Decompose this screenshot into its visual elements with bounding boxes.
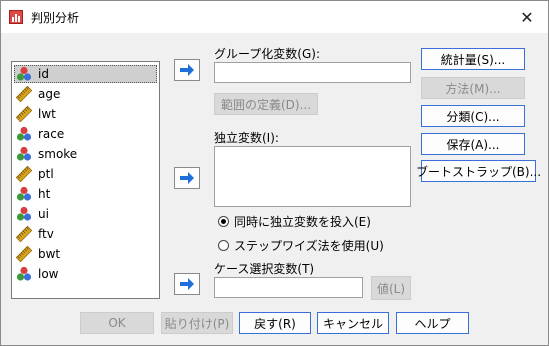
variable-list[interactable]: id age lwt race smoke ptl ht ui ftv bwt low	[11, 61, 160, 299]
variable-item[interactable]: race	[14, 125, 157, 143]
variable-name: race	[38, 127, 65, 141]
define-range-button[interactable]: 範囲の定義(D)...	[214, 93, 318, 115]
scale-variable-icon	[16, 86, 32, 102]
app-icon	[9, 10, 23, 24]
move-to-grouping-button[interactable]	[174, 59, 200, 81]
variable-item[interactable]: ptl	[14, 165, 157, 183]
selection-variable-label: ケース選択変数(T)	[214, 262, 315, 276]
nominal-variable-icon	[16, 206, 32, 221]
variable-name: smoke	[38, 147, 78, 161]
radio-selected-icon	[218, 216, 229, 227]
bootstrap-button[interactable]: ブートストラップ(B)...	[416, 160, 541, 182]
variable-name: ui	[38, 207, 49, 221]
stepwise-radio[interactable]: ステップワイズ法を使用(U)	[218, 237, 384, 254]
enter-together-label: 同時に独立変数を投入(E)	[234, 215, 371, 229]
nominal-variable-icon	[16, 266, 32, 281]
variable-item[interactable]: ht	[14, 185, 157, 203]
variable-name: id	[38, 67, 49, 81]
classify-button[interactable]: 分類(C)...	[421, 105, 525, 127]
close-icon: ✕	[520, 7, 534, 27]
nominal-variable-icon	[16, 186, 32, 201]
scale-variable-icon	[16, 246, 32, 262]
stepwise-label: ステップワイズ法を使用(U)	[234, 239, 384, 253]
nominal-variable-icon	[16, 66, 32, 81]
variable-name: lwt	[38, 107, 56, 121]
grouping-label: グループ化変数(G):	[214, 47, 320, 61]
variable-item[interactable]: ui	[14, 205, 157, 223]
save-button[interactable]: 保存(A)...	[421, 133, 525, 155]
variable-name: ftv	[38, 227, 54, 241]
reset-button[interactable]: 戻す(R)	[239, 312, 311, 334]
grouping-variable-field[interactable]	[214, 62, 411, 83]
scale-variable-icon	[16, 166, 32, 182]
scale-variable-icon	[16, 226, 32, 242]
arrow-right-icon	[180, 64, 194, 76]
variable-item[interactable]: id	[14, 65, 157, 83]
variable-name: ptl	[38, 167, 54, 181]
variable-name: ht	[38, 187, 51, 201]
variable-name: age	[38, 87, 61, 101]
variable-item[interactable]: ftv	[14, 225, 157, 243]
variable-item[interactable]: age	[14, 85, 157, 103]
cancel-button[interactable]: キャンセル	[317, 312, 389, 334]
ok-button[interactable]: OK	[80, 312, 154, 334]
variable-item[interactable]: smoke	[14, 145, 157, 163]
variable-item[interactable]: lwt	[14, 105, 157, 123]
variable-item[interactable]: low	[14, 265, 157, 283]
nominal-variable-icon	[16, 146, 32, 161]
independents-label: 独立変数(I):	[214, 131, 279, 145]
variable-item[interactable]: bwt	[14, 245, 157, 263]
nominal-variable-icon	[16, 126, 32, 141]
move-to-selection-button[interactable]	[174, 273, 200, 295]
selection-variable-field[interactable]	[214, 277, 363, 298]
variable-name: low	[38, 267, 59, 281]
value-button[interactable]: 値(L)	[371, 276, 411, 300]
arrow-right-icon	[180, 278, 194, 290]
title-bar: 判別分析 ✕	[1, 1, 548, 33]
method-button[interactable]: 方法(M)...	[421, 77, 525, 99]
close-button[interactable]: ✕	[512, 3, 542, 31]
independents-list[interactable]	[214, 146, 411, 207]
enter-together-radio[interactable]: 同時に独立変数を投入(E)	[218, 213, 371, 230]
statistics-button[interactable]: 統計量(S)...	[421, 48, 525, 70]
move-to-independents-button[interactable]	[174, 167, 200, 189]
variable-name: bwt	[38, 247, 61, 261]
scale-variable-icon	[16, 106, 32, 122]
paste-button[interactable]: 貼り付け(P)	[161, 312, 233, 334]
discriminant-analysis-dialog: 判別分析 ✕ id age lwt race smoke ptl ht ui ftv bwt low…	[0, 0, 549, 346]
radio-unselected-icon	[218, 240, 229, 251]
window-title: 判別分析	[31, 11, 80, 25]
arrow-right-icon	[180, 172, 194, 184]
help-button[interactable]: ヘルプ	[396, 312, 469, 334]
